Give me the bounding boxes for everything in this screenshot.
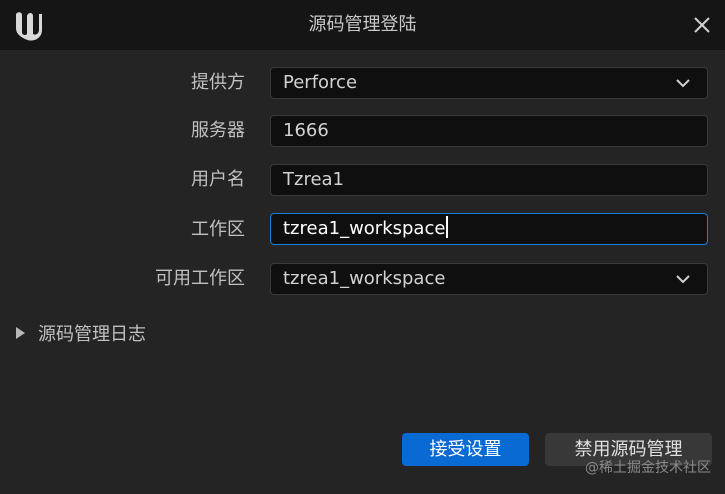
chevron-down-icon: [676, 79, 690, 88]
source-control-log-expander[interactable]: 源码管理日志: [14, 320, 146, 346]
chevron-down-icon: [676, 275, 690, 284]
server-label: 服务器: [191, 120, 245, 141]
provider-dropdown[interactable]: Perforce: [270, 67, 708, 99]
text-caret: [446, 216, 449, 238]
available-workspaces-label: 可用工作区: [155, 268, 245, 289]
provider-label: 提供方: [191, 72, 245, 93]
watermark: @稀土掘金技术社区: [585, 460, 711, 476]
close-icon[interactable]: [689, 12, 715, 38]
username-label: 用户名: [191, 169, 245, 190]
workspace-input[interactable]: tzrea1_workspace: [270, 213, 708, 245]
username-input[interactable]: Tzrea1: [270, 164, 708, 196]
username-value: Tzrea1: [283, 169, 345, 190]
available-workspaces-value: tzrea1_workspace: [283, 268, 446, 289]
source-control-login-dialog: 源码管理登陆 提供方 Perforce 服务器 1666 用户名 Tzrea1 …: [0, 0, 725, 494]
source-control-log-label: 源码管理日志: [38, 324, 146, 345]
server-input[interactable]: 1666: [270, 115, 708, 147]
workspace-value: tzrea1_workspace: [283, 218, 446, 239]
dialog-title: 源码管理登陆: [308, 14, 417, 35]
expand-arrow-icon: [16, 327, 25, 339]
workspace-label: 工作区: [191, 219, 245, 240]
title-bar: 源码管理登陆: [0, 0, 725, 50]
server-value: 1666: [283, 120, 329, 141]
provider-value: Perforce: [283, 72, 358, 93]
accept-settings-button[interactable]: 接受设置: [402, 433, 529, 466]
available-workspaces-dropdown[interactable]: tzrea1_workspace: [270, 263, 708, 295]
